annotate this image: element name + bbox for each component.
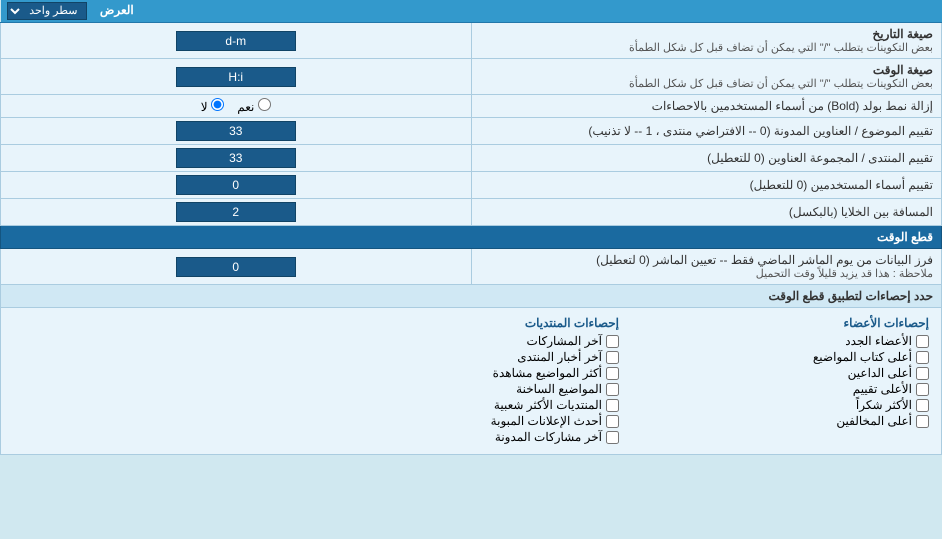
- cutoff-days-sublabel: ملاحظة : هذا قد يزيد قليلاً وقت التحميل: [480, 267, 934, 280]
- stat-top-writers: أعلى كتاب المواضيع: [633, 350, 929, 364]
- bold-remove-label: إزالة نمط بولد (Bold) من أسماء المستخدمي…: [480, 99, 934, 113]
- date-format-label: صيغة التاريخ: [480, 27, 934, 41]
- bold-yes-label: نعم: [234, 100, 271, 114]
- stat-top-rated: الأعلى تقييم: [633, 382, 929, 396]
- forum-sort-label: تقييم المنتدى / المجموعة العناوين (0 للت…: [480, 151, 934, 165]
- bold-no-label: لا: [201, 100, 224, 114]
- stat-top-rated-check[interactable]: [916, 383, 929, 396]
- cell-spacing-label: المسافة بين الخلايا (بالبكسل): [480, 205, 934, 219]
- stat-hot-topics-check[interactable]: [606, 383, 619, 396]
- stat-popular-forums: المنتديات الأكثر شعبية: [323, 398, 619, 412]
- bold-no-radio[interactable]: [211, 98, 224, 111]
- user-sort-input[interactable]: 0: [176, 175, 296, 195]
- stat-blog-posts: آخر مشاركات المدونة: [323, 430, 619, 444]
- stat-last-posts: آخر المشاركات: [323, 334, 619, 348]
- bold-yes-radio[interactable]: [258, 98, 271, 111]
- stat-blog-posts-check[interactable]: [606, 431, 619, 444]
- topic-sort-input[interactable]: 33: [176, 121, 296, 141]
- stat-classifieds: أحدث الإعلانات المبوبة: [323, 414, 619, 428]
- stat-new-members-check[interactable]: [916, 335, 929, 348]
- cutoff-days-label: فرز البيانات من يوم الماشر الماضي فقط --…: [480, 253, 934, 267]
- stat-classifieds-check[interactable]: [606, 415, 619, 428]
- stat-most-viewed-check[interactable]: [606, 367, 619, 380]
- forum-sort-input[interactable]: 33: [176, 148, 296, 168]
- stat-new-members: الأعضاء الجدد: [633, 334, 929, 348]
- stat-hot-topics: المواضيع الساخنة: [323, 382, 619, 396]
- stat-most-viewed: أكثر المواضيع مشاهدة: [323, 366, 619, 380]
- display-label: العرض: [100, 3, 134, 17]
- stat-top-violators-check[interactable]: [916, 415, 929, 428]
- topic-sort-label: تقييم الموضوع / العناوين المدونة (0 -- ا…: [480, 124, 934, 138]
- cutoff-days-input[interactable]: 0: [176, 257, 296, 277]
- stat-popular-forums-check[interactable]: [606, 399, 619, 412]
- time-format-sublabel: بعض التكوينات يتطلب "/" التي يمكن أن تضا…: [480, 77, 934, 90]
- stat-top-inviters: أعلى الداعين: [633, 366, 929, 380]
- stat-most-thanked-check[interactable]: [916, 399, 929, 412]
- stats-limit-label: حدد إحصاءات لتطبيق قطع الوقت: [768, 289, 933, 303]
- stat-most-thanked: الأكثر شكراً: [633, 398, 929, 412]
- display-select[interactable]: سطر واحد سطرين ثلاثة أسطر: [7, 2, 87, 20]
- stat-last-posts-check[interactable]: [606, 335, 619, 348]
- cutoff-section-title: قطع الوقت: [877, 230, 933, 244]
- date-format-input[interactable]: d-m: [176, 31, 296, 51]
- stats-col2-title: إحصاءات المنتديات: [323, 316, 619, 330]
- stat-top-violators: أعلى المخالفين: [633, 414, 929, 428]
- stat-forum-news: آخر أخبار المنتدى: [323, 350, 619, 364]
- stat-top-inviters-check[interactable]: [916, 367, 929, 380]
- user-sort-label: تقييم أسماء المستخدمين (0 للتعطيل): [480, 178, 934, 192]
- stats-col1-title: إحصاءات الأعضاء: [633, 316, 929, 330]
- time-format-label: صيغة الوقت: [480, 63, 934, 77]
- cell-spacing-input[interactable]: 2: [176, 202, 296, 222]
- stat-forum-news-check[interactable]: [606, 351, 619, 364]
- date-format-sublabel: بعض التكوينات يتطلب "/" التي يمكن أن تضا…: [480, 41, 934, 54]
- stat-top-writers-check[interactable]: [916, 351, 929, 364]
- time-format-input[interactable]: H:i: [176, 67, 296, 87]
